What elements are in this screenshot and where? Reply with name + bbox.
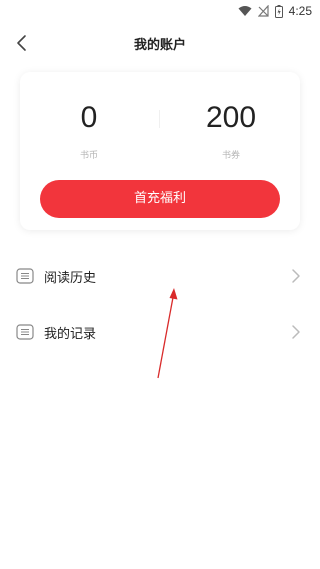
- annotation-arrow: [157, 288, 178, 379]
